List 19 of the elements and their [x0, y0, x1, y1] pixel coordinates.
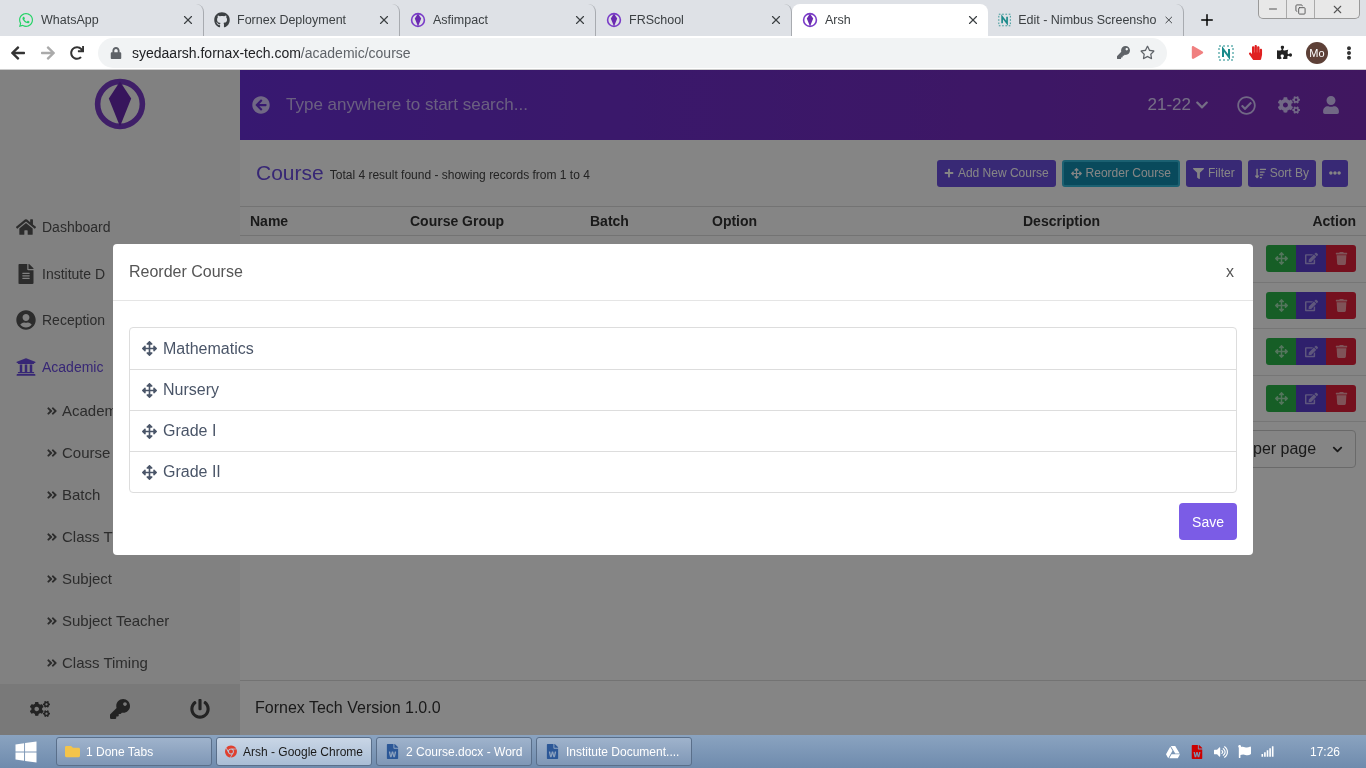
column-header: Option — [712, 213, 759, 229]
tab-title: Edit - Nimbus Screensho — [1018, 13, 1157, 27]
result-summary: Total 4 result found - showing records from 1 to 4 — [329, 168, 591, 182]
url-path: /academic/course — [300, 44, 412, 61]
column-header: Description — [1023, 213, 1101, 229]
tab-title: WhatsApp — [41, 13, 100, 27]
tab-title: FRSchool — [629, 13, 685, 27]
column-header: Name — [250, 213, 290, 229]
url-domain: syedaarsh.fornax-tech.com — [132, 44, 301, 61]
tab-title: Asfimpact — [433, 13, 489, 27]
tab-title: Fornex Deployment — [237, 13, 348, 27]
page-title: Course — [256, 161, 324, 185]
column-header: Action — [1311, 213, 1356, 229]
dialog-title: Reorder Course — [129, 263, 243, 281]
clock: 17:26 — [1309, 744, 1340, 759]
column-header: Batch — [590, 213, 630, 229]
column-header: Course Group — [410, 213, 506, 229]
select-label: per page — [1253, 440, 1317, 458]
tab-title: Arsh — [825, 13, 852, 27]
